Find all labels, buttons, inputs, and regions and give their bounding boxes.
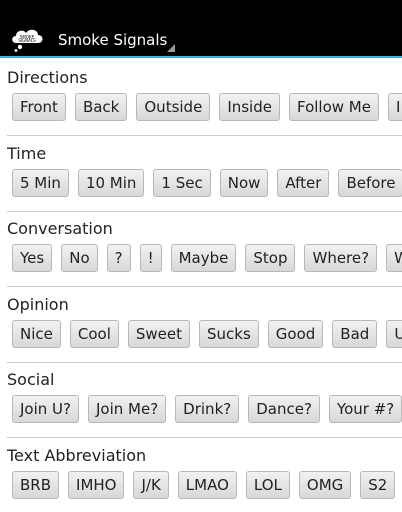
section-time: Time 5 Min 10 Min 1 Sec Now After Before xyxy=(0,136,402,212)
signal-button[interactable]: Cool xyxy=(69,320,119,348)
signal-button[interactable]: ! xyxy=(139,244,162,272)
signal-button[interactable]: Before xyxy=(338,169,402,197)
svg-text:SIGNALS: SIGNALS xyxy=(18,38,36,43)
signal-button[interactable]: I xyxy=(387,93,402,121)
action-bar: SMOKE SIGNALS Smoke Signals xyxy=(0,22,402,58)
signal-button[interactable]: No xyxy=(61,244,98,272)
section-conversation: Conversation Yes No ? ! Maybe Stop Where… xyxy=(0,211,402,287)
button-row: Yes No ? ! Maybe Stop Where? W xyxy=(12,244,402,272)
section-title: Conversation xyxy=(7,219,113,238)
signal-button[interactable]: Sweet xyxy=(127,320,191,348)
signal-button[interactable]: Drink? xyxy=(175,395,240,423)
signal-button[interactable]: Follow Me xyxy=(288,93,379,121)
signal-button[interactable]: Maybe xyxy=(170,244,237,272)
signal-button[interactable]: Now xyxy=(219,169,269,197)
dropdown-indicator-icon[interactable] xyxy=(167,44,175,52)
status-bar xyxy=(0,0,402,22)
section-directions: Directions Front Back Outside Inside Fol… xyxy=(0,60,402,136)
signal-button[interactable]: Dance? xyxy=(248,395,320,423)
section-title: Directions xyxy=(7,68,88,87)
section-title: Time xyxy=(7,144,47,163)
signal-button[interactable]: W xyxy=(386,244,402,272)
signal-button[interactable]: Back xyxy=(74,93,128,121)
section-title: Opinion xyxy=(7,295,69,314)
signal-button[interactable]: After xyxy=(277,169,330,197)
signal-button[interactable]: Nice xyxy=(12,320,61,348)
button-row: Nice Cool Sweet Sucks Good Bad U xyxy=(12,320,402,348)
signal-button[interactable]: OMG xyxy=(298,471,352,499)
signal-button[interactable]: 1 Sec xyxy=(153,169,211,197)
button-row: Join U? Join Me? Drink? Dance? Your #? I xyxy=(12,395,402,423)
signal-button[interactable]: ? xyxy=(106,244,131,272)
signal-button[interactable]: 5 Min xyxy=(12,169,69,197)
section-title: Social xyxy=(7,370,55,389)
signal-list: Directions Front Back Outside Inside Fol… xyxy=(0,60,402,512)
signal-button[interactable]: Front xyxy=(12,93,66,121)
signal-button[interactable]: 10 Min xyxy=(77,169,145,197)
section-text-abbreviation: Text Abbreviation BRB IMHO J/K LMAO LOL … xyxy=(0,438,402,512)
signal-button[interactable]: J/K xyxy=(133,471,169,499)
section-social: Social Join U? Join Me? Drink? Dance? Yo… xyxy=(0,362,402,438)
signal-button[interactable]: IMHO xyxy=(68,471,125,499)
signal-button[interactable]: U xyxy=(386,320,402,348)
signal-button[interactable]: BRB xyxy=(12,471,60,499)
signal-button[interactable]: Inside xyxy=(219,93,280,121)
section-title: Text Abbreviation xyxy=(7,446,147,465)
button-row: BRB IMHO J/K LMAO LOL OMG S2 xyxy=(12,471,402,499)
signal-button[interactable]: LOL xyxy=(245,471,290,499)
signal-button[interactable]: Stop xyxy=(245,244,296,272)
button-row: Front Back Outside Inside Follow Me I xyxy=(12,93,402,121)
signal-button[interactable]: Bad xyxy=(332,320,378,348)
app-title[interactable]: Smoke Signals xyxy=(58,31,167,49)
signal-button[interactable]: Where? xyxy=(304,244,378,272)
signal-button[interactable]: LMAO xyxy=(177,471,237,499)
button-row: 5 Min 10 Min 1 Sec Now After Before xyxy=(12,169,402,197)
signal-button[interactable]: Join Me? xyxy=(87,395,167,423)
signal-button[interactable]: Outside xyxy=(136,93,211,121)
signal-button[interactable]: Join U? xyxy=(12,395,79,423)
signal-button[interactable]: Your #? xyxy=(328,395,402,423)
signal-button[interactable]: Good xyxy=(267,320,324,348)
signal-button[interactable]: S2 xyxy=(360,471,396,499)
signal-button[interactable]: Sucks xyxy=(199,320,259,348)
signal-button[interactable]: Yes xyxy=(12,244,53,272)
smoke-signals-cloud-icon[interactable]: SMOKE SIGNALS xyxy=(10,26,44,52)
section-opinion: Opinion Nice Cool Sweet Sucks Good Bad U xyxy=(0,287,402,363)
